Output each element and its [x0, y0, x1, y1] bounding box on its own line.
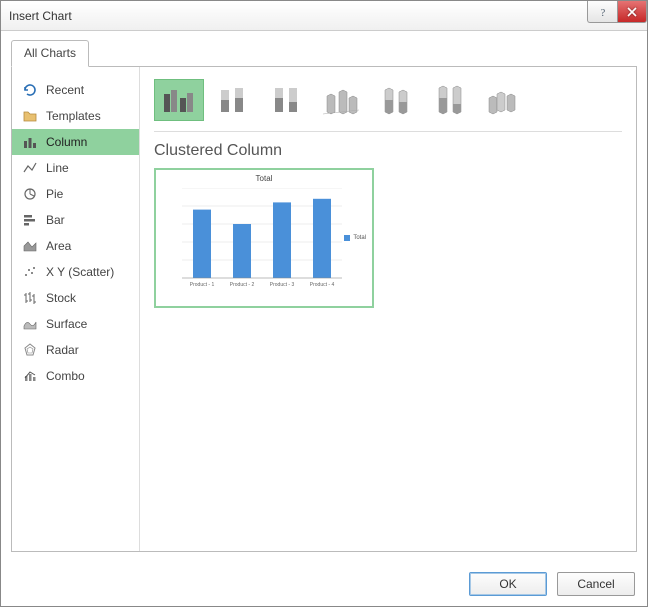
- svg-text:?: ?: [600, 8, 605, 18]
- insert-chart-dialog: Insert Chart ? All Charts Recent Templa: [0, 0, 648, 607]
- radar-icon: [22, 342, 38, 358]
- 3d-column-icon: [483, 84, 523, 116]
- bar-icon: [22, 212, 38, 228]
- svg-text:Product - 2: Product - 2: [230, 282, 255, 288]
- chart-legend: Total: [344, 235, 366, 241]
- subtype-clustered-column[interactable]: [154, 79, 204, 121]
- sidebar-item-line[interactable]: Line: [12, 155, 139, 181]
- subtype-100-stacked-column[interactable]: [262, 79, 312, 121]
- stock-icon: [22, 290, 38, 306]
- pie-icon: [22, 186, 38, 202]
- templates-icon: [22, 108, 38, 124]
- combo-icon: [22, 368, 38, 384]
- ok-button[interactable]: OK: [469, 572, 547, 596]
- sidebar-item-combo[interactable]: Combo: [12, 363, 139, 389]
- sidebar-item-pie[interactable]: Pie: [12, 181, 139, 207]
- recent-icon: [22, 82, 38, 98]
- sidebar-item-stock[interactable]: Stock: [12, 285, 139, 311]
- subtype-3d-stacked-column[interactable]: [370, 79, 420, 121]
- chart-preview-plot: 05001000150020002500Product - 1Product -…: [182, 188, 342, 292]
- sidebar-item-recent[interactable]: Recent: [12, 77, 139, 103]
- area-icon: [22, 238, 38, 254]
- chart-preview[interactable]: Total 05001000150020002500Product - 1Pro…: [154, 168, 374, 308]
- 100-stacked-column-icon: [267, 84, 307, 116]
- sidebar-item-scatter[interactable]: X Y (Scatter): [12, 259, 139, 285]
- window-title: Insert Chart: [9, 9, 72, 23]
- 3d-100-stacked-column-icon: [429, 84, 469, 116]
- sidebar-item-label: Recent: [46, 83, 84, 97]
- sidebar-item-surface[interactable]: Surface: [12, 311, 139, 337]
- cancel-button[interactable]: Cancel: [557, 572, 635, 596]
- sidebar-item-label: Combo: [46, 369, 85, 383]
- surface-icon: [22, 316, 38, 332]
- svg-text:Product - 1: Product - 1: [190, 282, 215, 288]
- sidebar-item-column[interactable]: Column: [12, 129, 139, 155]
- dialog-footer: OK Cancel: [1, 562, 647, 606]
- legend-swatch: [344, 235, 350, 241]
- tab-bar: All Charts: [11, 39, 637, 67]
- sidebar-item-label: Column: [46, 135, 87, 149]
- sidebar-item-label: Surface: [46, 317, 87, 331]
- subtype-stacked-column[interactable]: [208, 79, 258, 121]
- sidebar-item-bar[interactable]: Bar: [12, 207, 139, 233]
- chart-preview-title: Total: [156, 170, 372, 183]
- window-buttons: ?: [587, 1, 647, 23]
- sidebar-item-label: Line: [46, 161, 69, 175]
- subtype-3d-100-stacked-column[interactable]: [424, 79, 474, 121]
- subtype-3d-clustered-column[interactable]: [316, 79, 366, 121]
- titlebar: Insert Chart ?: [1, 1, 647, 31]
- svg-text:Product - 4: Product - 4: [310, 282, 335, 288]
- clustered-column-icon: [159, 84, 199, 116]
- sidebar-item-templates[interactable]: Templates: [12, 103, 139, 129]
- legend-label: Total: [353, 235, 366, 241]
- stacked-column-icon: [213, 84, 253, 116]
- close-button[interactable]: [617, 1, 647, 23]
- sidebar-item-label: Stock: [46, 291, 76, 305]
- help-icon: ?: [597, 6, 609, 18]
- tab-all-charts[interactable]: All Charts: [11, 40, 89, 67]
- sidebar-item-label: Templates: [46, 109, 101, 123]
- selected-subtype-title: Clustered Column: [154, 142, 622, 160]
- subtype-3d-column[interactable]: [478, 79, 528, 121]
- column-subtype-row: [154, 79, 622, 132]
- sidebar-item-label: Radar: [46, 343, 79, 357]
- main-panel: Recent Templates Column Line Pie: [11, 67, 637, 552]
- sidebar-item-label: X Y (Scatter): [46, 265, 114, 279]
- sidebar-item-label: Bar: [46, 213, 65, 227]
- scatter-icon: [22, 264, 38, 280]
- close-icon: [626, 6, 638, 18]
- chart-category-sidebar: Recent Templates Column Line Pie: [12, 67, 140, 551]
- 3d-clustered-column-icon: [321, 84, 361, 116]
- help-button[interactable]: ?: [587, 1, 617, 23]
- sidebar-item-label: Area: [46, 239, 71, 253]
- 3d-stacked-column-icon: [375, 84, 415, 116]
- column-icon: [22, 134, 38, 150]
- sidebar-item-area[interactable]: Area: [12, 233, 139, 259]
- sidebar-item-radar[interactable]: Radar: [12, 337, 139, 363]
- dialog-content: All Charts Recent Templates Column: [1, 31, 647, 562]
- line-icon: [22, 160, 38, 176]
- chart-detail-pane: Clustered Column Total 05001000150020002…: [140, 67, 636, 551]
- sidebar-item-label: Pie: [46, 187, 63, 201]
- svg-text:Product - 3: Product - 3: [270, 282, 295, 288]
